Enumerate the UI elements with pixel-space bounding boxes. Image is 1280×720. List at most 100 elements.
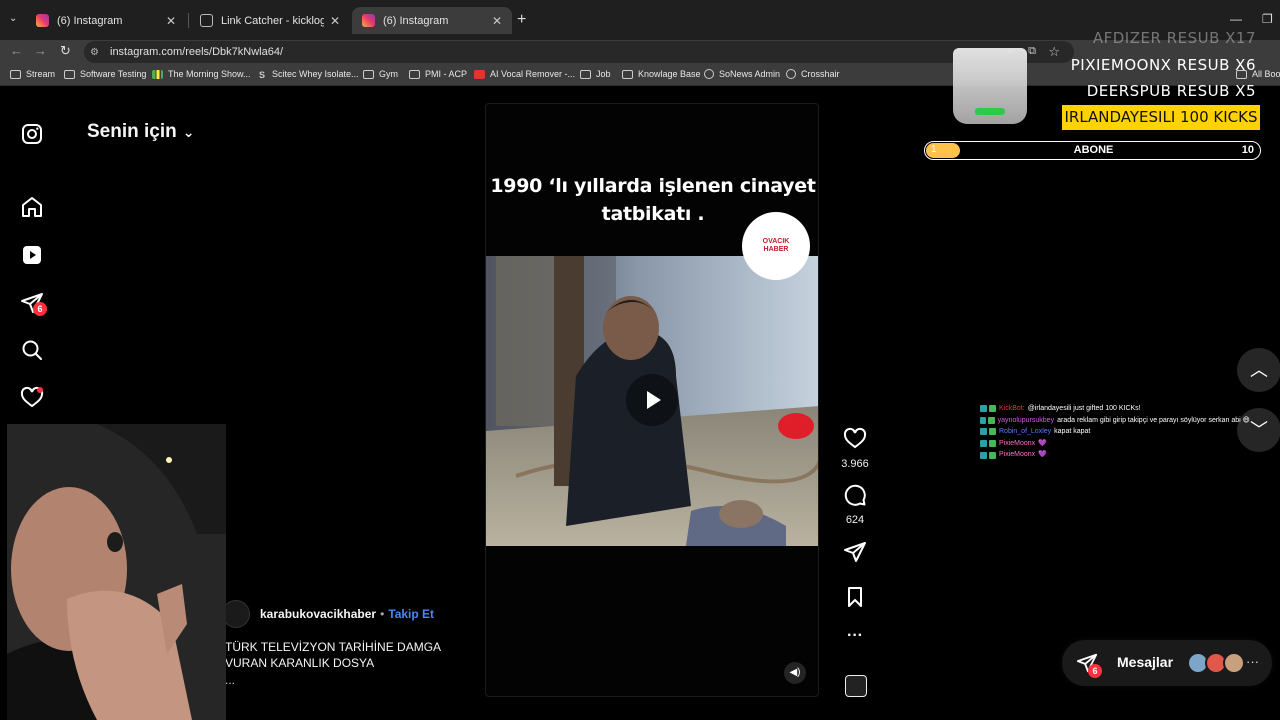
bookmark-link[interactable]: SoNews Admin [704,69,780,79]
restore-icon[interactable]: ❐ [1262,12,1273,26]
bookmark-link[interactable]: S Scitec Whey Isolate... [259,69,359,80]
messages-button[interactable]: 6 Mesajlar ··· [1062,640,1272,686]
stream-chat: KickBot: @irlandayesili just gifted 100 K… [980,403,1250,461]
more-icon[interactable]: ··· [1246,654,1259,669]
bookmark-label: Knowlage Base [638,69,701,79]
reload-icon[interactable]: ↻ [60,43,71,59]
tab-title: (6) Instagram [383,14,449,27]
bookmark-label: Job [596,69,611,79]
folder-icon [363,69,374,79]
close-tab-icon[interactable]: ✕ [330,14,340,28]
chat-badge-icon [980,451,987,459]
reel-caption-line: 1990 ‘lı yıllarda işlenen cinayet [490,175,816,197]
chat-text: @irlandayesili just gifted 100 KICKs! [1027,405,1141,412]
chat-message: KickBot: @irlandayesili just gifted 100 K… [980,403,1250,415]
minimize-icon[interactable]: — [1230,12,1242,26]
share-icon [844,542,866,562]
site-info-icon[interactable]: ⚙ [90,47,104,58]
comment-button[interactable]: 624 [838,483,872,526]
chat-badge-icon [989,440,996,448]
chat-message: yaynolupursukbey arada reklam gibi girip … [980,415,1250,427]
tab-search-icon[interactable]: ⌄ [9,13,17,24]
chat-badge-icon [980,440,987,448]
folder-icon [622,69,633,79]
bookmark-link[interactable]: Crosshair [786,69,840,79]
bookmark-folder[interactable]: Gym [363,69,398,79]
like-button[interactable]: 3.966 [838,427,872,470]
close-tab-icon[interactable]: ✕ [166,14,176,28]
goal-target: 10 [1241,144,1254,156]
cast-icon[interactable]: ⧉ [1028,45,1036,58]
bookmark-folder[interactable]: Knowlage Base [622,69,701,79]
share-button[interactable] [838,540,872,569]
bookmark-link[interactable]: The Morning Show... [152,69,251,79]
chat-text: arada reklam gibi girip takipçi ve paray… [1057,416,1250,424]
chat-text: kapat kapat [1054,428,1091,436]
site-favicon-icon [474,69,485,79]
bookmark-link[interactable]: AI Vocal Remover -... [474,69,575,79]
overlay-event: DEERSPUB RESUB X5 [1086,82,1256,100]
more-options-button[interactable]: ··· [838,627,872,645]
chat-badge-icon [989,451,996,459]
channel-logo: OVACIK HABER [742,212,810,280]
site-favicon-icon: S [259,69,266,80]
tab-title: (6) Instagram [57,14,123,27]
feed-selector[interactable]: Senin için ⌄ [87,121,194,143]
save-button[interactable] [838,585,872,614]
forward-icon[interactable]: → [34,43,47,58]
back-icon[interactable]: ← [10,43,23,58]
bookmark-folder[interactable]: Stream [10,69,55,79]
play-button[interactable] [626,374,678,426]
previous-reel-button[interactable]: ︿ [1237,348,1280,392]
comment-icon [844,484,866,506]
chevron-down-icon: ﹀ [1250,420,1268,440]
goal-label: ABONE [1073,144,1114,156]
bookmark-folder[interactable]: PMI - ACP [409,69,467,79]
reel-player[interactable]: 1990 ‘lı yıllarda işlenen cinayet tatbik… [485,103,819,697]
mute-button[interactable]: ◀) [784,662,806,684]
search-icon[interactable] [20,338,44,362]
overlay-event: PIXIEMOONX RESUB X6 [1070,56,1256,74]
audio-thumbnail[interactable] [845,675,867,697]
bookmark-star-icon[interactable]: ☆ [1048,44,1060,60]
chat-username: PixieMoonx [999,451,1036,459]
instagram-logo-icon[interactable] [20,122,44,146]
notification-badge: 6 [33,302,47,316]
glass-label [975,108,1005,115]
chat-text: 💜 [1038,451,1047,459]
chevron-down-icon: ⌄ [182,124,195,140]
bookmark-label: SoNews Admin [719,69,781,79]
messages-label: Mesajlar [1117,654,1174,670]
overlay-highlight: IRLANDAYESILI 100 KICKS [1062,105,1260,130]
home-icon[interactable] [20,195,44,219]
feed-title: Senin için [87,121,177,142]
tab-divider [188,13,189,28]
close-tab-icon[interactable]: ✕ [492,14,502,28]
chat-badge-icon [989,428,996,436]
gift-glass-image [953,48,1027,124]
tab-instagram-1[interactable]: (6) Instagram ✕ [26,7,186,34]
bookmark-folder[interactable]: Software Testing [64,69,146,79]
folder-icon [10,69,21,79]
bookmark-label: PMI - ACP [425,69,468,79]
caption-more[interactable]: ... [225,673,235,687]
notifications-heart-icon[interactable] [20,386,44,410]
tab-link-catcher[interactable]: Link Catcher - kicklogz Tools ✕ [190,7,350,34]
tab-instagram-2[interactable]: (6) Instagram ✕ [352,7,512,34]
account-name[interactable]: karabukovacikhaber [260,607,376,621]
chat-username: yaynolupursukbey [997,416,1055,424]
avatar[interactable] [222,600,250,628]
reels-icon[interactable] [20,243,44,267]
webcam-overlay [7,424,226,720]
bookmark-label: Gym [379,69,398,79]
video-frame[interactable] [486,256,818,546]
new-tab-icon[interactable]: + [517,11,526,29]
follow-button[interactable]: Takip Et [388,607,434,621]
globe-icon [704,69,714,79]
bookmark-folder[interactable]: Job [580,69,611,79]
instagram-favicon-icon [362,14,375,27]
address-bar[interactable]: ⚙ instagram.com/reels/Dbk7kNwla64/ ⌕ ⧉ ☆ [84,41,1074,63]
chat-message: Robin_of_Loxley kapat kapat [980,426,1250,438]
logo-text: HABER [763,246,789,253]
chat-badge-icon [989,405,996,413]
